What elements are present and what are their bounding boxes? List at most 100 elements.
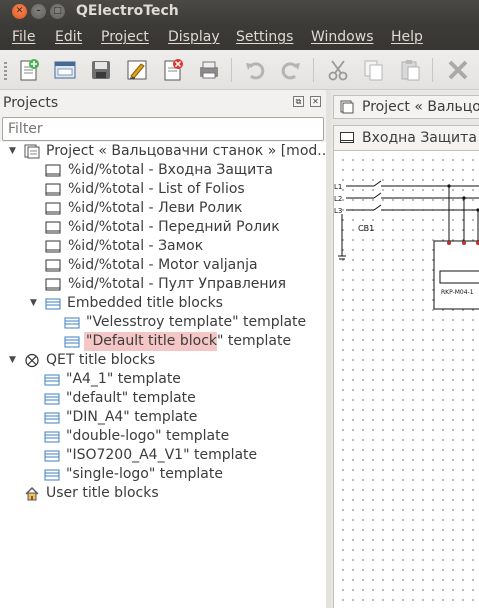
tree-item-folio[interactable]: %id/%total - Motor valjanja xyxy=(0,256,326,275)
titleblock-icon xyxy=(44,469,60,481)
tree-item-label: %id/%total - Motor valjanja xyxy=(68,257,258,273)
redo-icon[interactable] xyxy=(279,58,303,82)
projects-panel-title: Projects xyxy=(3,95,59,111)
print-icon[interactable] xyxy=(197,58,221,82)
qet-logo-icon xyxy=(25,353,39,368)
folio-icon xyxy=(45,183,61,196)
tree-item-label: "A4_1" template xyxy=(66,371,181,387)
window-minimize-button[interactable]: – xyxy=(31,4,46,19)
tree-item-label: Embedded title blocks xyxy=(67,295,223,311)
project-icon xyxy=(24,144,40,159)
tree-item-folio[interactable]: %id/%total - Входна Защита xyxy=(0,161,326,180)
titleblock-icon xyxy=(44,374,60,386)
project-tree: ▼ Project « Вальцовачни станок » [mod...… xyxy=(0,142,331,608)
panel-close-button[interactable]: ✕ xyxy=(310,96,321,107)
folio-icon xyxy=(45,259,61,272)
tree-item-label: "single-logo" template xyxy=(66,466,223,482)
tree-item-template[interactable]: "double-logo" template xyxy=(0,427,326,446)
tree-item-user-titleblocks[interactable]: User title blocks xyxy=(0,484,326,503)
tree-item-folio[interactable]: %id/%total - List of Folios xyxy=(0,180,326,199)
panel-float-button[interactable]: ⧉ xyxy=(293,96,304,107)
titleblock-icon xyxy=(44,393,60,405)
menu-display[interactable]: Display xyxy=(168,29,220,45)
filter-input[interactable] xyxy=(2,117,324,141)
folio-tab-label: Входна Защита xyxy=(362,130,477,146)
project-tab[interactable]: Project « Вальцовачни станок » xyxy=(333,95,479,119)
folio-icon xyxy=(45,221,61,234)
expand-arrow-icon[interactable]: ▼ xyxy=(30,294,37,313)
tree-item-template[interactable]: "ISO7200_A4_V1" template xyxy=(0,446,326,465)
titleblock-icon xyxy=(44,431,60,443)
titleblock-icon xyxy=(44,412,60,424)
menu-help[interactable]: Help xyxy=(391,29,423,45)
tree-item-label: "double-logo" template xyxy=(66,428,230,444)
paste-icon[interactable] xyxy=(398,58,422,82)
tree-item-label: QET title blocks xyxy=(46,352,156,368)
tree-item-folio[interactable]: %id/%total - Передний Ролик xyxy=(0,218,326,237)
tree-item-label: "Velesstroy template" template xyxy=(86,314,307,330)
tree-item-template[interactable]: "default" template xyxy=(0,389,326,408)
tree-item-folio[interactable]: %id/%total - Пулт Управления xyxy=(0,275,326,294)
tree-item-template[interactable]: "Velesstroy template" template xyxy=(0,313,326,332)
tree-item-label: %id/%total - Пулт Управления xyxy=(68,276,287,292)
tree-item-project[interactable]: ▼ Project « Вальцовачни станок » [mod... xyxy=(0,142,331,161)
schematic-label-cb: CB1 xyxy=(358,224,374,233)
tree-item-label: %id/%total - Входна Защита xyxy=(68,162,273,178)
menu-file[interactable]: File xyxy=(12,29,35,45)
copy-icon[interactable] xyxy=(362,58,386,82)
toolbar-separator xyxy=(231,58,232,82)
project-tab-label: Project « Вальцовачни станок » xyxy=(362,99,479,115)
tree-item-folio[interactable]: %id/%total - Леви Ролик xyxy=(0,199,326,218)
new-project-icon[interactable] xyxy=(17,58,41,82)
expand-arrow-icon[interactable]: ▼ xyxy=(9,142,16,161)
tree-item-qet-titleblocks[interactable]: ▼ QET title blocks xyxy=(0,351,326,370)
schematic-label-l1: L1 xyxy=(334,183,342,191)
tree-item-label: "DIN_A4" template xyxy=(66,409,198,425)
tree-item-label: %id/%total - Замок xyxy=(68,238,204,254)
tree-item-template[interactable]: "DIN_A4" template xyxy=(0,408,326,427)
tree-item-label: %id/%total - Леви Ролик xyxy=(68,200,243,216)
tree-item-embedded-titleblocks[interactable]: ▼ Embedded title blocks xyxy=(0,294,326,313)
tree-item-folio[interactable]: %id/%total - Замок xyxy=(0,237,326,256)
menu-settings[interactable]: Settings xyxy=(236,29,293,45)
titleblock-icon xyxy=(64,317,80,329)
toolbar-grip[interactable] xyxy=(4,62,7,80)
schematic-drawing: L1 L2 L3 CB1 RKP-M04-1 xyxy=(334,180,479,310)
window-close-button[interactable]: ✕ xyxy=(12,4,27,19)
tree-item-template[interactable]: "single-logo" template xyxy=(0,465,326,484)
titleblock-icon xyxy=(64,336,80,348)
undo-icon[interactable] xyxy=(243,58,267,82)
save-icon[interactable] xyxy=(89,58,113,82)
folio-icon xyxy=(340,132,354,143)
tree-item-label: Project « Вальцовачни станок » [mod... xyxy=(46,143,331,159)
expand-arrow-icon[interactable]: ▼ xyxy=(9,351,16,370)
save-as-icon[interactable] xyxy=(125,58,149,82)
open-project-icon[interactable] xyxy=(53,58,77,82)
tree-item-label: "ISO7200_A4_V1" template xyxy=(66,447,258,463)
tree-item-label: %id/%total - Передний Ролик xyxy=(68,219,280,235)
folio-tab[interactable]: Входна Защита xyxy=(333,125,479,151)
schematic-label-l2: L2 xyxy=(334,195,342,203)
main-toolbar xyxy=(0,50,479,90)
titleblock-icon xyxy=(45,298,61,310)
menu-project[interactable]: Project xyxy=(101,29,149,45)
folio-icon xyxy=(45,164,61,177)
schematic-canvas[interactable]: L1 L2 L3 CB1 RKP-M04-1 xyxy=(333,151,479,608)
menu-windows[interactable]: Windows xyxy=(311,29,374,45)
tree-item-label: "Default title block" template xyxy=(86,333,292,349)
close-project-icon[interactable] xyxy=(161,58,185,82)
tree-item-template[interactable]: "A4_1" template xyxy=(0,370,326,389)
folio-icon xyxy=(45,278,61,291)
window-maximize-button[interactable]: □ xyxy=(50,4,65,19)
window-title: QElectroTech xyxy=(76,3,179,19)
schematic-label-block: RKP-M04-1 xyxy=(441,289,474,296)
cut-icon[interactable] xyxy=(326,58,350,82)
menu-edit[interactable]: Edit xyxy=(55,29,82,45)
toolbar-separator xyxy=(432,58,433,82)
tree-item-template-selected[interactable]: "Default title block" template xyxy=(0,332,326,351)
delete-icon[interactable] xyxy=(446,58,470,82)
tree-item-label: %id/%total - List of Folios xyxy=(68,181,245,197)
project-icon xyxy=(340,100,354,114)
toolbar-separator xyxy=(313,58,314,82)
titleblock-icon xyxy=(44,450,60,462)
